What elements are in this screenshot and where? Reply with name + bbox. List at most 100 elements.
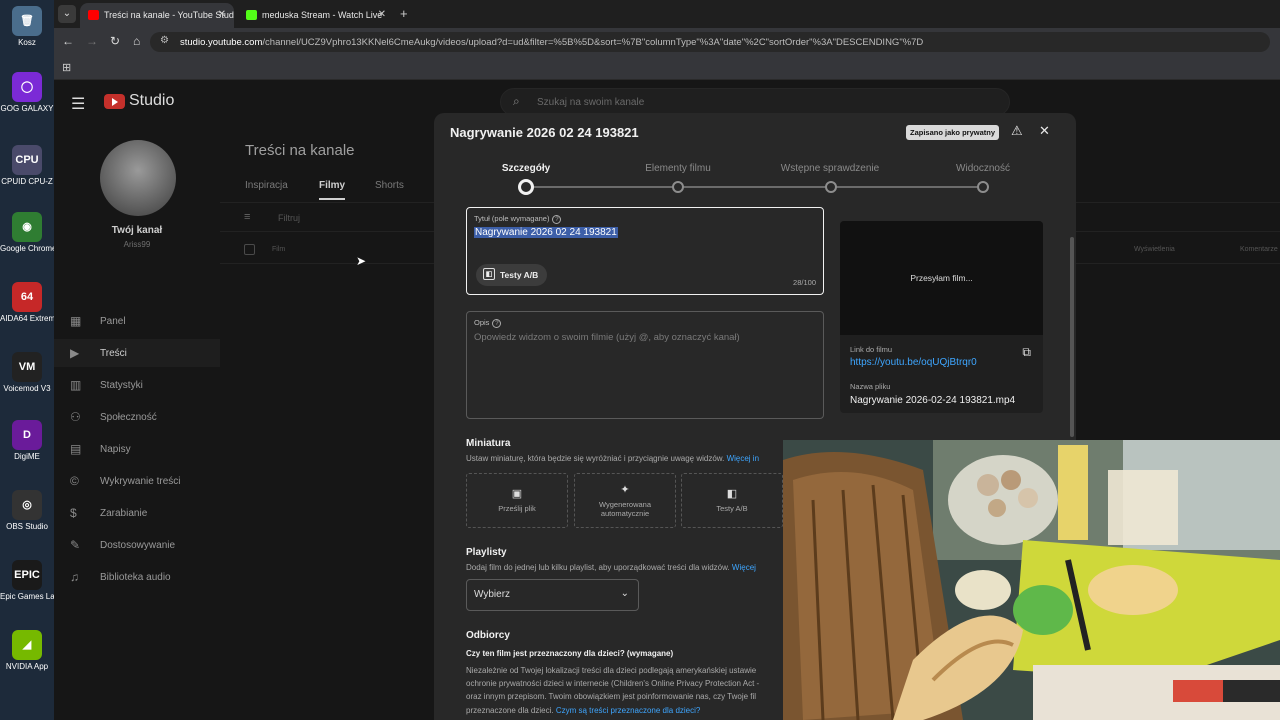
upload-thumbnail-button[interactable]: ▣ Prześlij plik [466, 473, 568, 528]
new-tab-icon[interactable]: + [400, 6, 408, 21]
reload-icon[interactable]: ↻ [110, 34, 120, 48]
video-preview-card: Przesyłam film... Link do filmu https://… [840, 221, 1043, 413]
sidebar-item[interactable]: ✎ Dostosowywanie [54, 531, 220, 559]
desktop-shortcut[interactable]: ◯ GOG GALAXY [0, 72, 54, 114]
tab-inspiration[interactable]: Inspiracja [245, 180, 288, 191]
column-comments: Komentarze [1240, 246, 1278, 253]
sidebar-item[interactable]: ⚇ Społeczność [54, 403, 220, 431]
dashboard-icon: ▦ [70, 314, 82, 328]
desktop-shortcut[interactable]: 64 AIDA64 Extreme [0, 282, 54, 324]
tab-youtube-studio[interactable]: Treści na kanale - YouTube Studio ✕ [80, 3, 234, 28]
obs-icon: ◎ [12, 490, 42, 520]
upload-status: Przesyłam film... [910, 273, 973, 283]
description-field[interactable]: Opis? Opowiedz widzom o swoim filmie (uż… [466, 311, 824, 419]
webcam-overlay [783, 440, 1280, 720]
monetization-icon: $ [70, 506, 77, 520]
step-dot-checks[interactable] [825, 181, 837, 193]
step-dot-visibility[interactable] [977, 181, 989, 193]
sidebar-item[interactable]: ♫ Biblioteka audio [54, 563, 220, 591]
help-icon[interactable]: ? [492, 319, 502, 328]
sidebar-item[interactable]: © Wykrywanie treści [54, 467, 220, 495]
desktop-shortcut[interactable]: 🗑 Kosz [0, 6, 54, 48]
tab-title: Treści na kanale - YouTube Studio [104, 10, 234, 20]
filter-icon[interactable]: ≡ [244, 211, 250, 223]
channel-name: Ariss99 [123, 240, 151, 249]
browser-tab-strip: ⌄ Treści na kanale - YouTube Studio ✕ me… [54, 0, 1280, 28]
desktop-shortcut[interactable]: VM Voicemod V3 [0, 352, 54, 394]
audience-line: oraz innym przepisom. Twoim obowiązkiem … [466, 692, 757, 702]
step-dot-video-elements[interactable] [672, 181, 684, 193]
url-field[interactable]: ⚙ studio.youtube.com/channel/UCZ9Vphro13… [150, 32, 1270, 52]
sidebar-item[interactable]: ▶ Treści [54, 339, 220, 367]
desktop-shortcut[interactable]: EPIC Epic Games Launcher [0, 560, 54, 602]
copy-icon[interactable]: ⧉ [1022, 345, 1031, 360]
page-title: Treści na kanale [245, 142, 355, 159]
nvidia-icon: ◢ [12, 630, 42, 660]
step-label-details[interactable]: Szczegóły [502, 163, 550, 174]
desktop-shortcut[interactable]: ◉ Google Chrome [0, 212, 54, 254]
step-dot-details[interactable] [518, 179, 534, 195]
desktop-shortcut[interactable]: CPU CPUID CPU-Z [0, 145, 54, 187]
sidebar-item[interactable]: ▥ Statystyki [54, 371, 220, 399]
site-info-icon[interactable]: ⚙ [160, 35, 169, 46]
close-tab-icon[interactable]: ✕ [218, 9, 226, 20]
sidebar-item-label: Zarabianie [100, 508, 148, 519]
made-for-kids-link[interactable]: Czym są treści przeznaczone dla dzieci? [556, 706, 701, 715]
close-icon[interactable]: ✕ [1039, 123, 1050, 139]
title-input[interactable]: Nagrywanie 2026 02 24 193821 [474, 227, 618, 238]
channel-avatar[interactable] [100, 140, 176, 216]
desktop-shortcut[interactable]: D DigiME [0, 420, 54, 462]
tab-meduska-stream[interactable]: meduska Stream - Watch Live ✕ [238, 3, 394, 28]
desktop-shortcut[interactable]: ◢ NVIDIA App [0, 630, 54, 672]
description-placeholder: Opowiedz widzom o swoim filmie (użyj @, … [474, 332, 740, 343]
recycle-bin-icon: 🗑 [12, 6, 42, 36]
step-label-checks[interactable]: Wstępne sprawdzenie [781, 163, 879, 174]
tab-shorts[interactable]: Shorts [375, 180, 404, 191]
column-video: Film [272, 246, 286, 253]
forward-icon[interactable]: → [86, 34, 98, 48]
step-label-visibility[interactable]: Widoczność [956, 163, 1010, 174]
select-all-checkbox[interactable] [244, 244, 255, 255]
ab-test-button[interactable]: ◧ Testy A/B [476, 264, 548, 286]
ab-thumbnail-button[interactable]: ◧ Testy A/B [681, 473, 783, 528]
menu-icon[interactable]: ☰ [71, 94, 85, 114]
title-char-counter: 28/100 [793, 278, 816, 287]
ab-test-label: Testy A/B [500, 270, 539, 280]
community-icon: ⚇ [70, 410, 81, 424]
feedback-icon[interactable]: ⚠ [1011, 123, 1023, 139]
channel-search-input[interactable]: ⌕ Szukaj na swoim kanale [500, 88, 1010, 116]
help-icon[interactable]: ? [552, 215, 562, 224]
column-views: Wyświetlenia [1134, 246, 1175, 253]
apps-grid-icon[interactable]: ⊞ [62, 61, 71, 74]
upload-stepper: Szczegóły Elementy filmu Wstępne sprawdz… [434, 159, 1076, 199]
tab-videos[interactable]: Filmy [319, 180, 346, 200]
thumbnail-more-link[interactable]: Więcej in [727, 454, 759, 463]
mouse-pointer-icon: ➤ [356, 254, 367, 268]
sidebar-item[interactable]: ▤ Napisy [54, 435, 220, 463]
dialog-title: Nagrywanie 2026 02 24 193821 [450, 125, 639, 140]
title-field[interactable]: Tytuł (pole wymagane)? Nagrywanie 2026 0… [466, 207, 824, 295]
step-label-video-elements[interactable]: Elementy filmu [645, 163, 711, 174]
home-icon[interactable]: ⌂ [133, 34, 140, 48]
digime-icon: D [12, 420, 42, 450]
sidebar-item-label: Treści [100, 348, 127, 359]
webcam-image [783, 440, 1280, 720]
sidebar-item[interactable]: $ Zarabianie [54, 499, 220, 527]
youtube-favicon-icon [88, 10, 99, 20]
playlists-more-link[interactable]: Więcej [732, 563, 756, 572]
dialog-scrollbar[interactable] [1070, 237, 1074, 437]
desktop-shortcut-label: DigiME [14, 453, 40, 461]
file-name-label: Nazwa pliku [850, 382, 891, 391]
studio-logo[interactable]: Studio [104, 92, 174, 110]
sidebar-item[interactable]: ▦ Panel [54, 307, 220, 335]
tab-search-icon[interactable]: ⌄ [58, 5, 76, 23]
close-tab-icon[interactable]: ✕ [378, 9, 386, 20]
filter-input[interactable]: Filtruj [278, 213, 300, 223]
sidebar-item-label: Biblioteka audio [100, 572, 171, 583]
back-icon[interactable]: ← [62, 34, 74, 48]
playlist-select[interactable]: Wybierz ⌄ [466, 579, 639, 611]
video-link[interactable]: https://youtu.be/oqUQjBtrqr0 [850, 357, 977, 368]
desktop-shortcut[interactable]: ◎ OBS Studio [0, 490, 54, 532]
desktop-shortcut-label: Epic Games Launcher [0, 593, 54, 601]
auto-thumbnail-button[interactable]: ✦ Wygenerowana automatycznie [574, 473, 676, 528]
